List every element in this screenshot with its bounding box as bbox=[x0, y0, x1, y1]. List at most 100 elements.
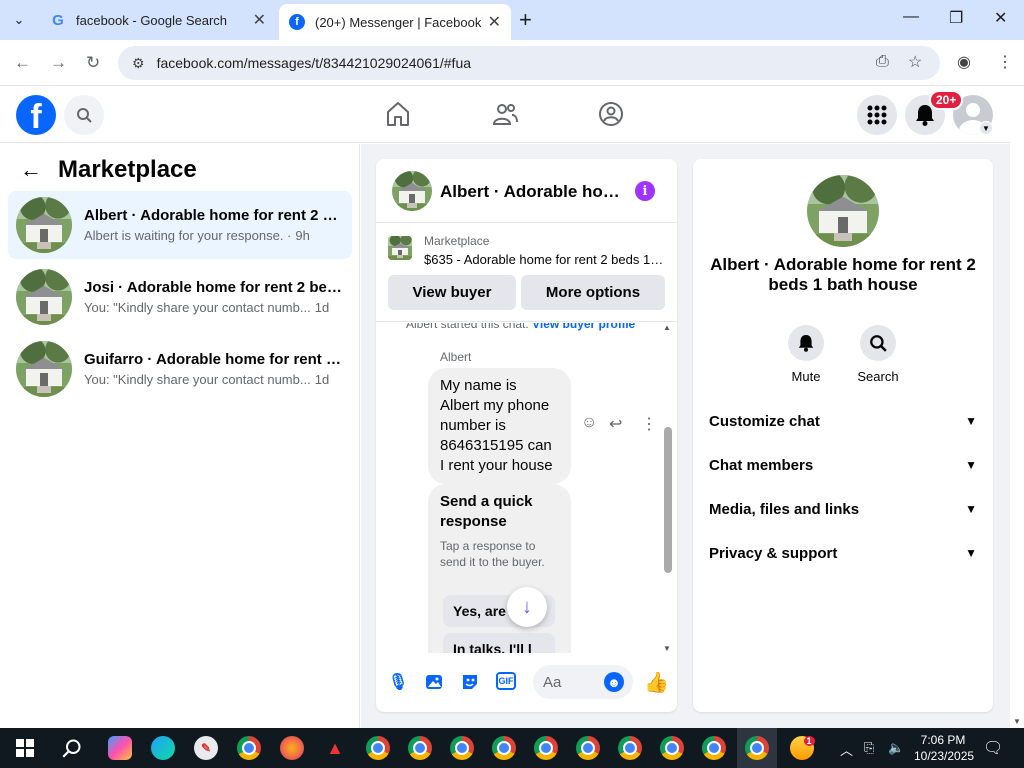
listing-thumbnail bbox=[16, 341, 72, 397]
network-icon[interactable]: ⎘ bbox=[864, 740, 874, 756]
conversation-item[interactable]: Albert · Adorable home for rent 2 beds 1… bbox=[8, 191, 352, 259]
chat-avatar[interactable] bbox=[392, 171, 432, 211]
windows-start-icon[interactable] bbox=[13, 736, 37, 760]
volume-icon[interactable]: 🔈 bbox=[888, 740, 904, 756]
conversation-list-pane: ← Marketplace Albert · Adorable home for… bbox=[0, 144, 360, 728]
copilot-icon[interactable] bbox=[108, 736, 132, 760]
chat-header: Albert · Adorable home for rent 2 beds 1… bbox=[376, 159, 677, 223]
reload-icon[interactable]: ↻ bbox=[86, 53, 100, 73]
quick-reply-button[interactable]: In talks. I'll l bbox=[443, 633, 555, 653]
weather-icon[interactable]: 1 bbox=[790, 736, 815, 760]
new-tab-plus-icon[interactable]: + bbox=[519, 8, 532, 32]
app-red-icon[interactable]: ▲ bbox=[323, 736, 347, 760]
view-buyer-button[interactable]: View buyer bbox=[388, 275, 516, 310]
taskbar: ✎ ▲ 1 ︿ ⎘ 🔈 7:06 PM 10/23/2025 🗨 bbox=[0, 728, 1024, 768]
friends-icon[interactable] bbox=[492, 101, 518, 127]
facebook-search-button[interactable] bbox=[64, 95, 104, 135]
search-chat-button[interactable]: Search bbox=[848, 325, 908, 384]
groups-icon[interactable] bbox=[598, 101, 624, 127]
conversation-time: 1d bbox=[314, 300, 330, 315]
tab-search-chevron-icon[interactable]: ⌄ bbox=[6, 7, 32, 33]
thumbs-up-icon[interactable]: 👍 bbox=[644, 670, 669, 695]
show-hidden-icons-chevron-icon[interactable]: ︿ bbox=[840, 740, 853, 759]
page-scrollbar[interactable]: ▼ bbox=[1010, 87, 1024, 728]
tab-google-search[interactable]: G facebook - Google Search ✕ bbox=[40, 4, 276, 36]
emoji-icon[interactable]: ☻ bbox=[604, 672, 624, 692]
firefox-icon[interactable] bbox=[280, 736, 304, 760]
home-icon[interactable] bbox=[386, 101, 410, 127]
gif-icon[interactable]: GIF bbox=[496, 672, 516, 690]
scroll-down-arrow-icon[interactable]: ▼ bbox=[1013, 717, 1021, 726]
back-arrow-icon[interactable]: ← bbox=[20, 157, 42, 183]
message-bubble[interactable]: My name is Albert my phone number is 864… bbox=[428, 368, 571, 484]
chrome-icon[interactable] bbox=[660, 736, 684, 760]
privacy-support-section[interactable]: Privacy & support ▼ bbox=[709, 531, 977, 575]
info-icon[interactable]: i bbox=[635, 181, 655, 201]
message-thread: Albert started this chat. View buyer pro… bbox=[376, 323, 677, 653]
view-buyer-profile-link[interactable]: View buyer profile bbox=[532, 323, 635, 331]
microphone-icon[interactable]: 🎙 bbox=[388, 672, 408, 692]
chrome-icon[interactable] bbox=[366, 736, 390, 760]
account-chevron-icon[interactable]: ▼ bbox=[979, 121, 993, 135]
more-actions-icon[interactable]: ⋮ bbox=[641, 414, 657, 434]
conversation-item[interactable]: Guifarro · Adorable home for rent 2 beds… bbox=[8, 335, 352, 403]
install-app-icon[interactable]: ⎙ bbox=[876, 53, 889, 71]
listing-thumbnail[interactable] bbox=[388, 236, 412, 260]
arrow-down-icon: ↓ bbox=[522, 595, 532, 618]
more-options-button[interactable]: More options bbox=[521, 275, 665, 310]
minimize-icon[interactable]: — bbox=[903, 8, 919, 26]
menu-grid-button[interactable] bbox=[857, 95, 897, 135]
chrome-icon[interactable] bbox=[576, 736, 600, 760]
facebook-header: f bbox=[0, 87, 1010, 143]
chrome-icon[interactable] bbox=[618, 736, 642, 760]
chat-scrollbar[interactable]: ▲ ▼ bbox=[663, 323, 673, 653]
mute-button[interactable]: Mute bbox=[776, 325, 836, 384]
chat-title[interactable]: Albert · Adorable home for rent 2 beds 1… bbox=[440, 182, 620, 202]
close-tab-icon[interactable]: ✕ bbox=[488, 12, 501, 32]
scroll-up-arrow-icon[interactable]: ▲ bbox=[663, 323, 671, 332]
site-info-icon[interactable]: ⚙ bbox=[132, 55, 145, 72]
maximize-icon[interactable]: ❐ bbox=[949, 8, 963, 28]
chrome-icon[interactable] bbox=[450, 736, 474, 760]
scroll-to-bottom-button[interactable]: ↓ bbox=[507, 587, 547, 627]
conversation-preview: You: "Kindly share your contact numb... bbox=[84, 372, 311, 387]
tab-messenger[interactable]: f (20+) Messenger | Facebook ✕ bbox=[279, 4, 511, 40]
conversation-item[interactable]: Josi · Adorable home for rent 2 beds 1 b… bbox=[8, 263, 352, 331]
edge-icon[interactable] bbox=[151, 736, 175, 760]
chrome-icon[interactable] bbox=[237, 736, 261, 760]
chrome-icon[interactable] bbox=[745, 736, 769, 760]
scroll-down-arrow-icon[interactable]: ▼ bbox=[663, 644, 671, 653]
address-bar[interactable]: ⚙ facebook.com/messages/t/83442102902406… bbox=[118, 46, 940, 80]
notification-center-icon[interactable]: 🗨 bbox=[983, 738, 1003, 758]
search-icon[interactable] bbox=[60, 736, 84, 760]
facebook-logo-icon[interactable]: f bbox=[16, 95, 56, 135]
listing-thumbnail bbox=[16, 269, 72, 325]
sticker-icon[interactable] bbox=[460, 672, 480, 692]
bookmark-star-icon[interactable]: ☆ bbox=[908, 52, 922, 72]
quick-response-card: Send a quick response Tap a response to … bbox=[428, 484, 571, 653]
media-files-links-section[interactable]: Media, files and links ▼ bbox=[709, 487, 977, 531]
browser-menu-icon[interactable]: ⋮ bbox=[997, 52, 1013, 72]
react-emoji-icon[interactable]: ☺ bbox=[581, 414, 597, 432]
scrollbar-thumb[interactable] bbox=[664, 427, 672, 573]
paint-icon[interactable]: ✎ bbox=[194, 736, 218, 760]
chrome-icon[interactable] bbox=[492, 736, 516, 760]
chrome-icon[interactable] bbox=[534, 736, 558, 760]
listing-card: Marketplace $635 - Adorable home for ren… bbox=[376, 224, 677, 322]
close-tab-icon[interactable]: ✕ bbox=[253, 10, 266, 30]
system-clock[interactable]: 7:06 PM 10/23/2025 bbox=[914, 732, 974, 764]
conversation-time: 9h bbox=[295, 228, 310, 243]
back-arrow-icon[interactable]: ← bbox=[14, 53, 31, 73]
chrome-icon[interactable] bbox=[702, 736, 726, 760]
profile-icon[interactable]: ◉ bbox=[957, 52, 971, 72]
clock-time: 7:06 PM bbox=[920, 733, 966, 747]
chrome-icon[interactable] bbox=[408, 736, 432, 760]
listing-price[interactable]: $635 - Adorable home for rent 2 beds 1 b… bbox=[424, 252, 664, 267]
reply-icon[interactable]: ↩ bbox=[609, 414, 622, 434]
chat-members-section[interactable]: Chat members ▼ bbox=[709, 443, 977, 487]
close-window-icon[interactable]: ✕ bbox=[994, 8, 1007, 28]
browser-toolbar: ← → ↻ ⚙ facebook.com/messages/t/83442102… bbox=[0, 40, 1024, 86]
forward-arrow-icon[interactable]: → bbox=[50, 53, 67, 73]
attach-photo-icon[interactable] bbox=[424, 672, 444, 692]
customize-chat-section[interactable]: Customize chat ▼ bbox=[709, 399, 977, 443]
